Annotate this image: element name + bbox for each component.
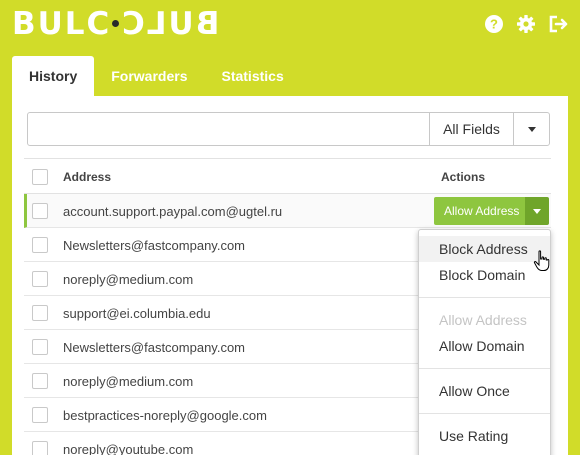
row-address: noreply@youtube.com <box>63 442 194 455</box>
top-bar: BULC BULC ? <box>0 0 580 52</box>
row-checkbox[interactable] <box>32 305 48 321</box>
row-checkbox[interactable] <box>32 373 48 389</box>
row-address: account.support.paypal.com@ugtel.ru <box>63 204 283 219</box>
chevron-down-icon <box>527 126 536 132</box>
tab-statistics[interactable]: Statistics <box>204 56 300 96</box>
menu-item-use-rating[interactable]: Use Rating <box>419 423 550 449</box>
row-address: noreply@medium.com <box>63 272 194 287</box>
svg-text:?: ? <box>490 17 498 32</box>
row-address: Newsletters@fastcompany.com <box>63 238 246 253</box>
row-checkbox[interactable] <box>32 237 48 253</box>
row-action-group: Allow Address <box>434 197 550 225</box>
row-address: noreply@medium.com <box>63 374 194 389</box>
search-bar: All Fields <box>27 112 550 146</box>
column-header-actions: Actions <box>441 170 486 184</box>
header-icons: ? <box>484 14 568 34</box>
field-select[interactable]: All Fields <box>429 113 513 145</box>
help-icon[interactable]: ? <box>484 14 504 34</box>
action-dropdown-toggle[interactable] <box>525 197 550 225</box>
tab-bar: History Forwarders Statistics <box>12 56 301 96</box>
app-logo: BULC BULC <box>12 6 220 42</box>
row-checkbox[interactable] <box>32 203 48 219</box>
field-select-toggle[interactable] <box>513 113 549 145</box>
column-header-address: Address <box>63 170 112 184</box>
logout-icon[interactable] <box>548 14 568 34</box>
row-checkbox[interactable] <box>32 441 48 455</box>
hand-cursor-icon <box>533 250 551 272</box>
menu-item-allow-once[interactable]: Allow Once <box>419 378 550 404</box>
menu-divider <box>419 297 550 298</box>
action-dropdown-menu: Block Address Block Domain Allow Address… <box>418 229 551 455</box>
menu-item-allow-domain[interactable]: Allow Domain <box>419 333 550 359</box>
menu-divider <box>419 368 550 369</box>
menu-item-allow-address: Allow Address <box>439 312 527 328</box>
row-address: Newsletters@fastcompany.com <box>63 340 246 355</box>
menu-item-block-address[interactable]: Block Address <box>419 236 550 262</box>
table-row[interactable]: account.support.paypal.com@ugtel.ru Allo… <box>24 194 551 228</box>
logo-text-right: BULC <box>120 6 220 42</box>
menu-item-block-domain[interactable]: Block Domain <box>419 262 550 288</box>
chevron-down-icon <box>533 208 542 214</box>
logo-dot <box>112 20 120 27</box>
row-address: bestpractices-noreply@google.com <box>63 408 267 423</box>
menu-divider <box>419 413 550 414</box>
row-address: support@ei.columbia.edu <box>63 306 211 321</box>
row-checkbox[interactable] <box>32 271 48 287</box>
table-header: Address Actions <box>24 158 551 194</box>
row-checkbox[interactable] <box>32 407 48 423</box>
tab-forwarders[interactable]: Forwarders <box>94 56 204 96</box>
tab-history[interactable]: History <box>12 56 95 96</box>
row-checkbox[interactable] <box>32 339 48 355</box>
gear-icon[interactable] <box>516 14 536 34</box>
select-all-checkbox[interactable] <box>32 169 48 185</box>
allow-address-button[interactable]: Allow Address <box>434 197 526 225</box>
logo-text-left: BULC <box>12 6 112 42</box>
search-input[interactable] <box>28 113 429 145</box>
